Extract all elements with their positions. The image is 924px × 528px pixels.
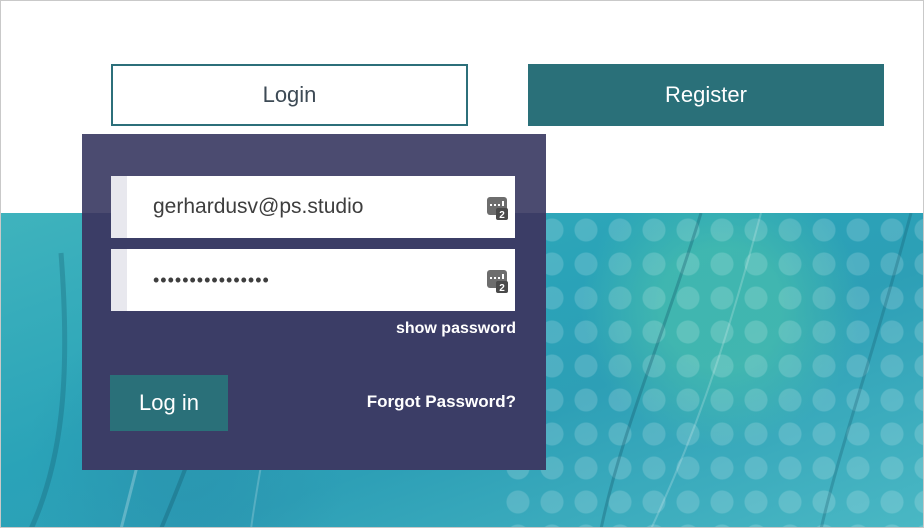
password-field[interactable] <box>127 249 467 311</box>
tab-login[interactable]: Login <box>111 64 468 126</box>
tab-register-label: Register <box>665 82 747 107</box>
show-password-link[interactable]: show password <box>396 320 516 338</box>
password-field-container: 2 <box>111 249 515 311</box>
forgot-password-link[interactable]: Forgot Password? <box>367 392 516 412</box>
svg-text:2: 2 <box>499 283 505 294</box>
login-panel: 2 2 show password Log in Forgot Passwo <box>82 134 546 470</box>
tab-register[interactable]: Register <box>528 64 884 126</box>
email-field-container: 2 <box>111 176 515 238</box>
tab-login-label: Login <box>262 82 317 107</box>
email-field[interactable] <box>127 176 467 238</box>
svg-text:2: 2 <box>499 210 505 221</box>
login-page: Login Register 2 <box>0 0 924 528</box>
password-manager-icon[interactable]: 2 <box>487 268 509 294</box>
password-manager-icon[interactable]: 2 <box>487 195 509 221</box>
login-button[interactable]: Log in <box>110 375 228 431</box>
